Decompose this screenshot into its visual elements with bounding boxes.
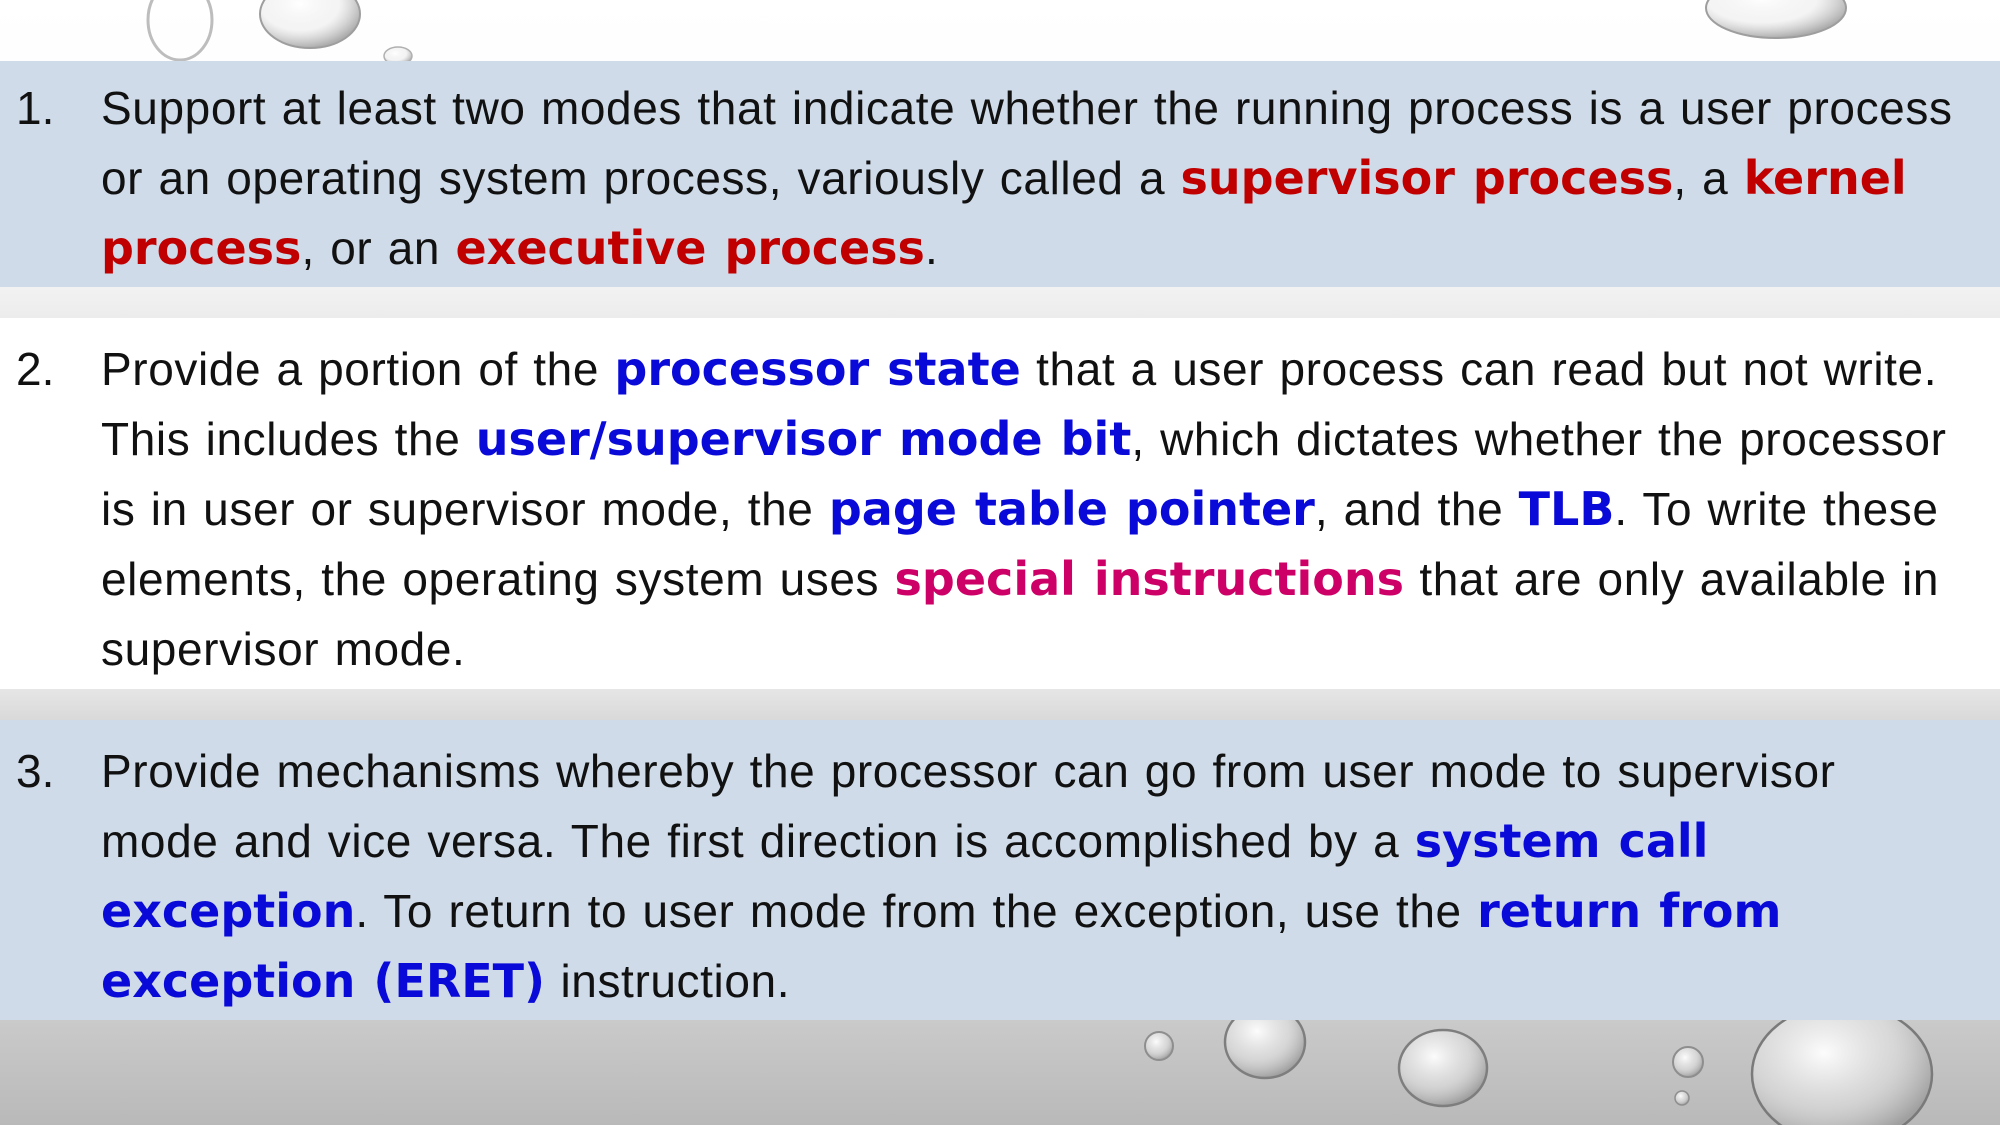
text-segment: instruction. (545, 955, 791, 1007)
highlight-term: supervisor process (1180, 151, 1674, 205)
water-drop-icon (1705, 0, 1847, 39)
item-text: Provide a portion of the processor state… (101, 334, 1961, 684)
highlight-term: executive process (455, 221, 925, 275)
highlight-term: user/supervisor mode bit (475, 412, 1132, 466)
text-segment: , or an (301, 222, 456, 274)
highlight-term: page table pointer (828, 482, 1315, 536)
text-segment: . To return to user mode from the except… (355, 885, 1478, 937)
item-text: Support at least two modes that indicate… (101, 73, 1961, 283)
highlight-term: special instructions (894, 552, 1404, 606)
water-drop-icon (1397, 1028, 1489, 1108)
water-drop-icon (1144, 1031, 1174, 1061)
text-segment: . (924, 222, 939, 274)
item-number: 3. (16, 745, 55, 797)
separator (0, 287, 2000, 318)
item-text: Provide mechanisms whereby the processor… (101, 736, 1961, 1016)
item-number: 2. (16, 343, 55, 395)
highlight-term: processor state (614, 342, 1021, 396)
water-drop-icon (146, 0, 214, 62)
text-segment: Provide a portion of the (101, 343, 615, 395)
separator (0, 689, 2000, 720)
water-drop-icon (1674, 1090, 1690, 1106)
highlight-term: TLB (1518, 482, 1615, 536)
item-number: 1. (16, 82, 55, 134)
water-drop-icon (259, 0, 361, 49)
text-segment: , and the (1314, 483, 1519, 535)
text-segment: , a (1673, 152, 1744, 204)
water-drop-icon (1672, 1046, 1704, 1078)
water-drop-icon (1750, 1002, 1934, 1125)
